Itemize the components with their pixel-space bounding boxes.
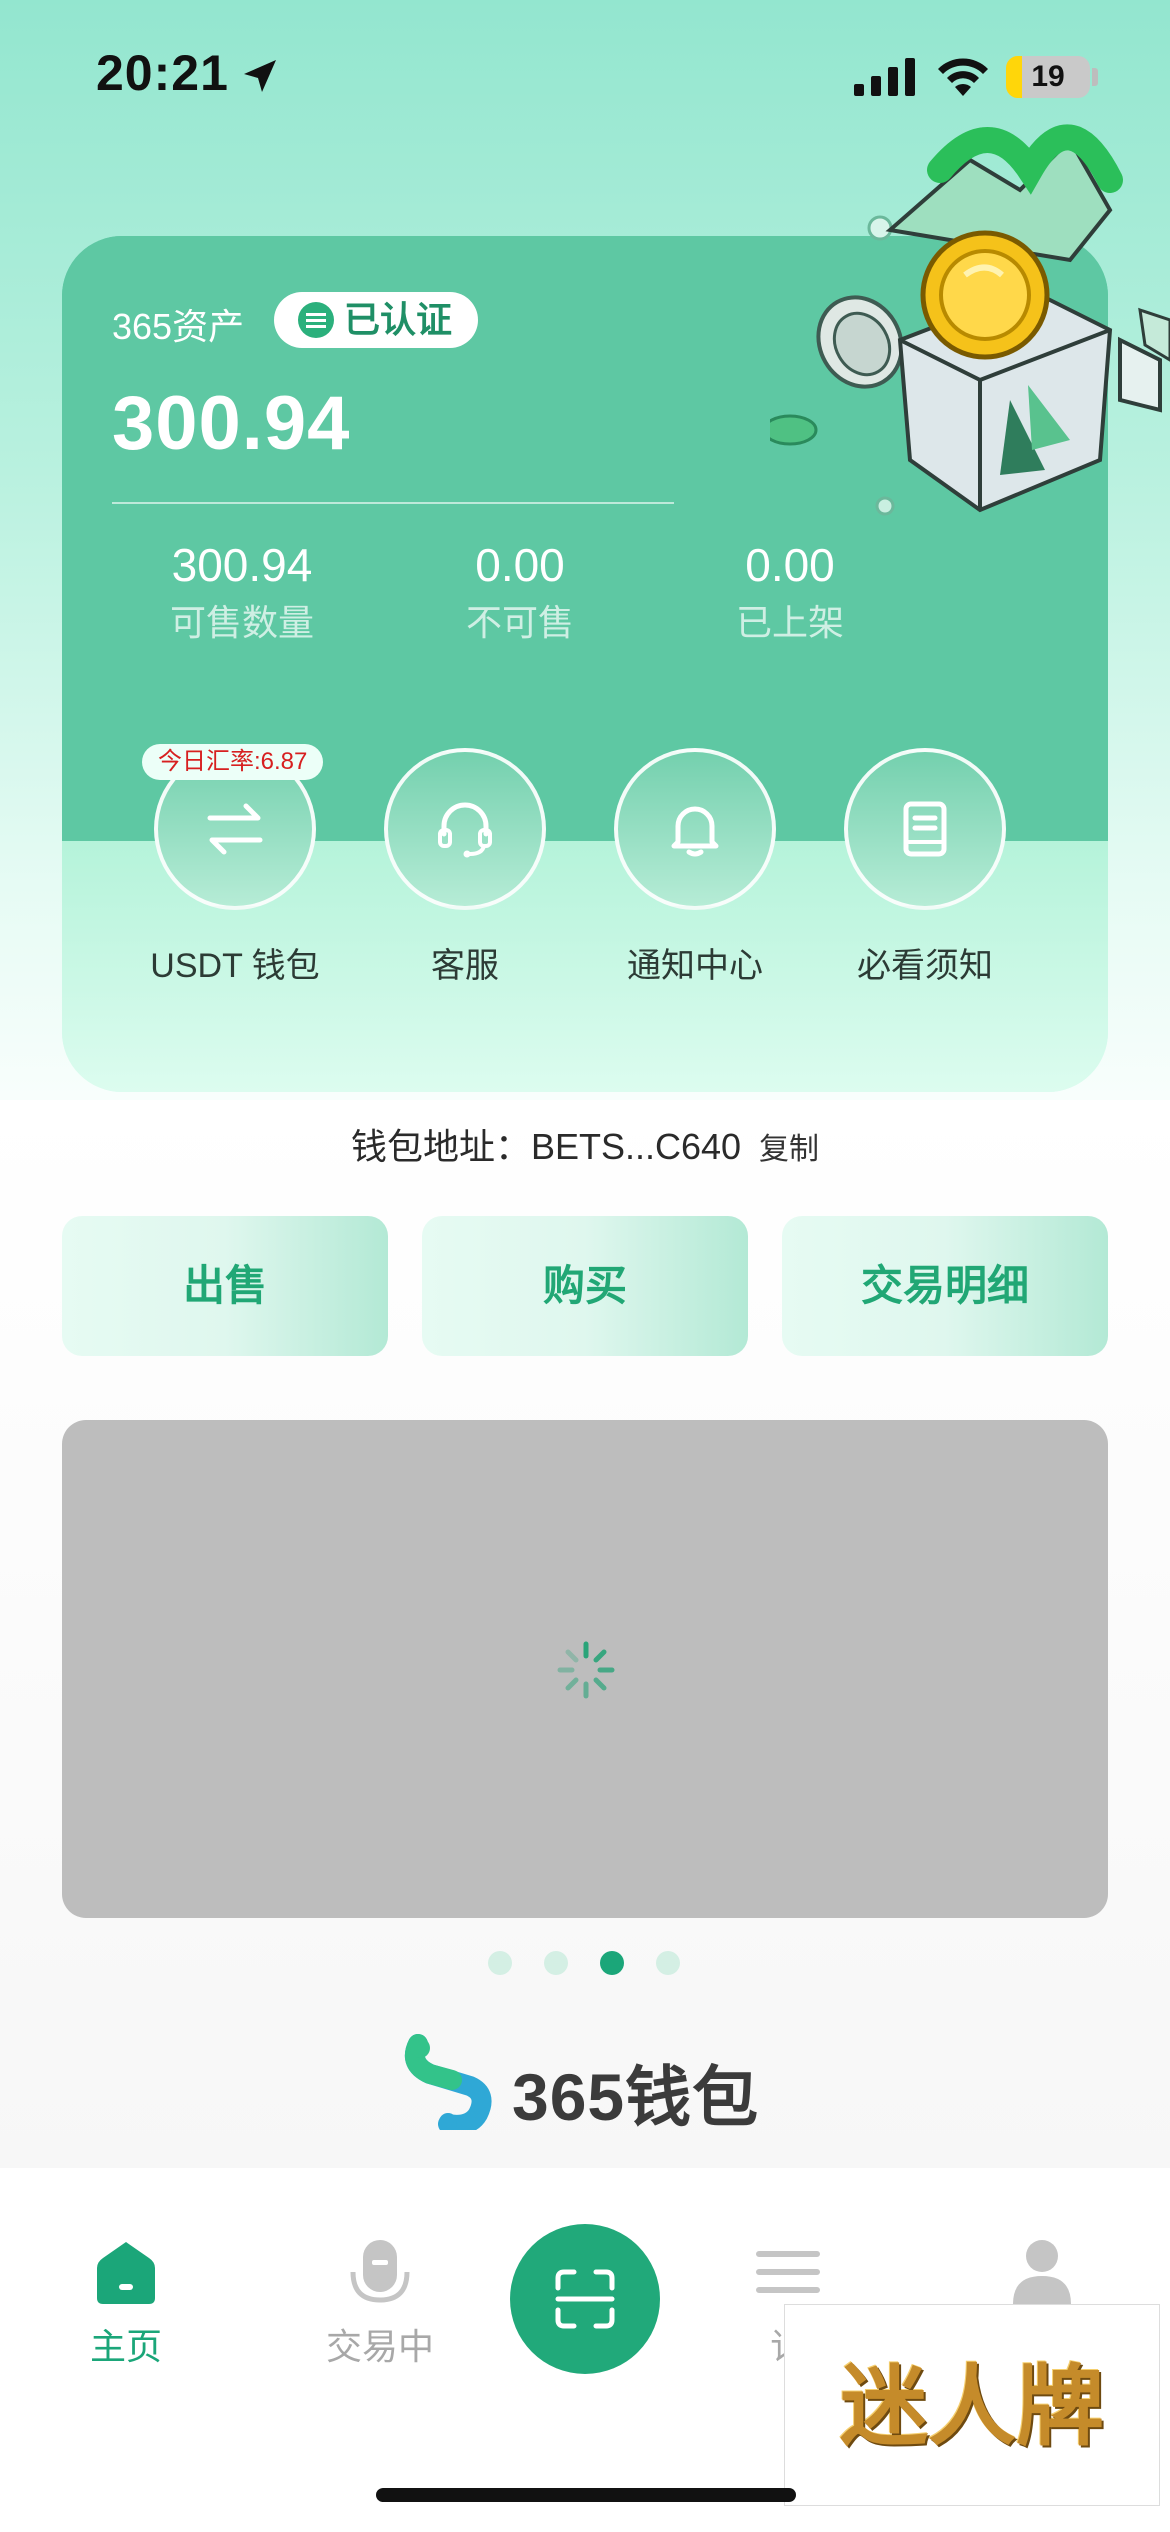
quick-action-label: 客服: [431, 947, 499, 985]
quick-action-label: USDT 钱包: [150, 947, 320, 985]
battery-percent: 19: [1031, 60, 1065, 93]
tab-home[interactable]: 主页: [36, 2238, 216, 2370]
carousel-indicator: [0, 1948, 1170, 1978]
buy-button[interactable]: 购买: [422, 1216, 748, 1356]
scan-icon: [555, 2269, 615, 2329]
tab-label: 主页: [89, 2326, 162, 2367]
quick-customer-service[interactable]: 客服: [380, 748, 550, 987]
user-icon: [1007, 2238, 1077, 2308]
brand-logo-text: 365钱包: [512, 2060, 760, 2134]
quick-notification-center[interactable]: 通知中心: [610, 748, 780, 987]
stat-label: 不可售: [465, 602, 574, 643]
carousel-dot[interactable]: [544, 1951, 568, 1975]
wifi-icon: [938, 58, 988, 96]
carousel-dot[interactable]: [656, 1951, 680, 1975]
quick-action-circle[interactable]: [614, 748, 776, 910]
stat-value: 300.94: [171, 539, 313, 591]
gift-box-illustration: [770, 124, 1170, 516]
stat-listed: 0.00 已上架: [690, 536, 890, 652]
total-balance: 300.94: [112, 381, 351, 466]
battery-cap: [1092, 68, 1098, 86]
document-icon: [903, 801, 947, 857]
transaction-details-button[interactable]: 交易明细: [782, 1216, 1108, 1356]
quick-must-read[interactable]: 必看须知: [840, 748, 1010, 987]
verified-label: 已认证: [344, 299, 453, 340]
overlay-stamp: 迷人牌: [784, 2304, 1160, 2506]
exchange-rate-badge: 今日汇率:6.87: [142, 744, 324, 780]
brand-s-logo-icon: [405, 2034, 492, 2130]
cellular-signal-icon: [854, 58, 915, 96]
id-card-icon: [298, 302, 334, 338]
stat-sellable: 300.94 可售数量: [142, 536, 342, 652]
divider: [112, 502, 674, 504]
quick-action-label: 必看须知: [857, 947, 993, 985]
microphone-icon: [345, 2238, 415, 2308]
asset-label: 365资产: [112, 306, 245, 347]
stat-value: 0.00: [475, 539, 565, 591]
verified-badge: 已认证: [274, 292, 479, 348]
copy-address-button[interactable]: 复制: [759, 1133, 819, 1166]
tab-profile[interactable]: [952, 2238, 1132, 2308]
status-time: 20:21: [96, 45, 229, 101]
bell-icon: [671, 806, 719, 857]
home-icon: [91, 2238, 161, 2308]
list-icon: [753, 2238, 823, 2308]
headset-icon: [438, 802, 492, 858]
quick-usdt-wallet[interactable]: USDT 钱包: [150, 748, 320, 987]
quick-action-circle[interactable]: [844, 748, 1006, 910]
wallet-address: 钱包地址：BETS...C640: [350, 1126, 742, 1167]
battery-indicator: 19: [1006, 56, 1090, 98]
wallet-address-row: 钱包地址：BETS...C640 复制: [0, 1118, 1170, 1170]
quick-action-label: 通知中心: [627, 947, 763, 985]
sell-button[interactable]: 出售: [62, 1216, 388, 1356]
location-arrow-icon: [244, 60, 276, 92]
loading-spinner-icon: [557, 1641, 615, 1699]
brand-logo: 365钱包: [400, 2030, 780, 2134]
stat-unsellable: 0.00 不可售: [420, 536, 620, 652]
tab-label: 交易中: [325, 2326, 434, 2367]
home-indicator: [376, 2488, 796, 2502]
scan-button[interactable]: [510, 2224, 660, 2374]
carousel-dot-active[interactable]: [600, 1951, 624, 1975]
stat-value: 0.00: [745, 539, 835, 591]
swap-icon: [207, 803, 263, 855]
stat-label: 可售数量: [169, 602, 314, 643]
carousel-dot[interactable]: [488, 1951, 512, 1975]
stat-label: 已上架: [735, 602, 844, 643]
banner-carousel[interactable]: [62, 1420, 1108, 1918]
quick-action-circle[interactable]: [384, 748, 546, 910]
tab-trading[interactable]: 交易中: [290, 2238, 470, 2370]
